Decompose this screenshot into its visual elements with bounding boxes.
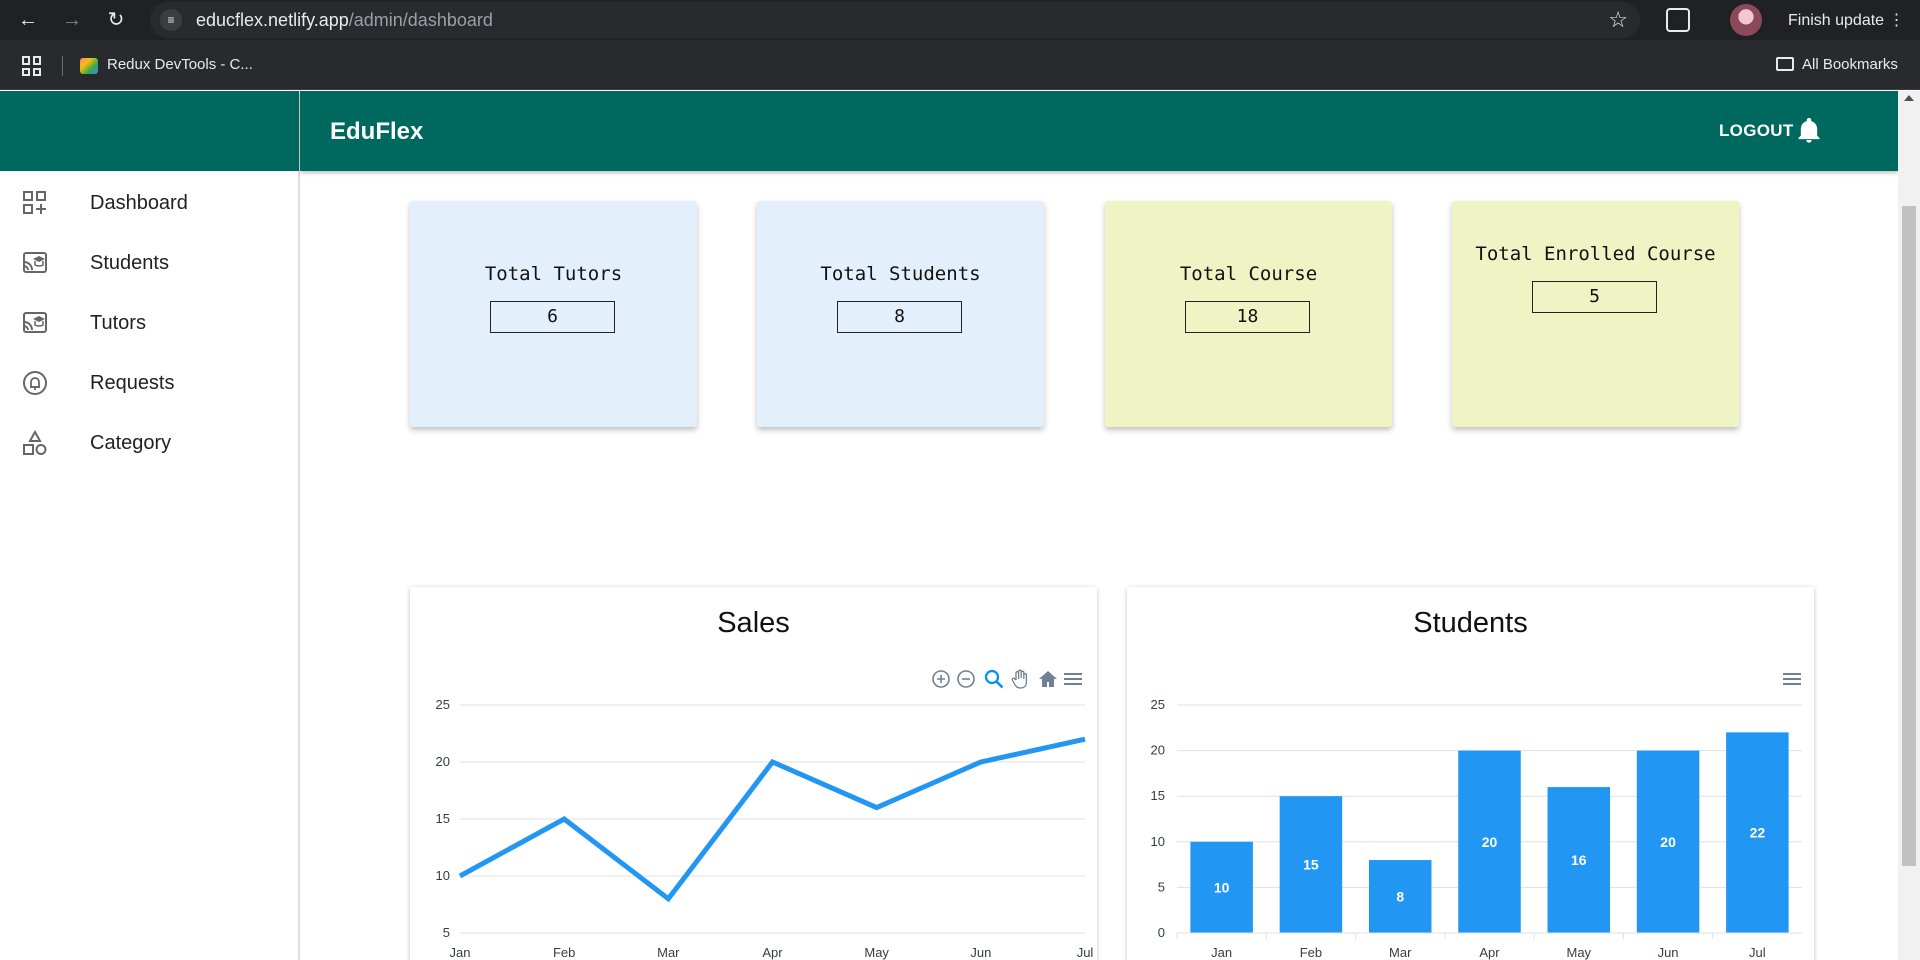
url-text[interactable]: educflex.netlify.app/admin/dashboard (196, 10, 493, 31)
brand-title[interactable]: EduFlex (330, 118, 423, 146)
bookmark-star-icon[interactable]: ☆ (1608, 7, 1628, 33)
back-arrow-icon[interactable]: ← (14, 6, 42, 34)
data-label: 16 (1571, 852, 1587, 868)
stat-value: 8 (837, 301, 962, 333)
x-tick-label: Mar (1389, 945, 1412, 960)
sidebar-item-requests[interactable]: Requests (0, 353, 299, 413)
stat-card-total-course: Total Course 18 (1105, 201, 1392, 427)
app-root: Dashboard Students Tutors Requests Categ… (0, 91, 1920, 960)
finish-update-label: Finish update (1788, 12, 1885, 29)
x-tick-label: Feb (553, 945, 575, 960)
profile-avatar[interactable] (1730, 4, 1762, 36)
data-label: 8 (1396, 889, 1404, 905)
stat-value: 6 (490, 301, 615, 333)
x-tick-label: Jun (1658, 945, 1679, 960)
y-tick-label: 10 (1151, 834, 1165, 849)
logout-button[interactable]: LOGOUT (1719, 121, 1794, 141)
cast-for-education-icon (23, 252, 47, 273)
category-shapes-icon (23, 430, 47, 455)
data-label: 20 (1660, 834, 1676, 850)
sidebar-item-dashboard[interactable]: Dashboard (0, 173, 299, 233)
sidebar-item-label: Requests (90, 372, 175, 394)
y-tick-label: 0 (1158, 925, 1165, 940)
y-tick-label: 20 (1151, 743, 1165, 758)
data-label: 22 (1750, 825, 1766, 841)
forward-arrow-icon[interactable]: → (58, 6, 86, 34)
sidebar-item-tutors[interactable]: Tutors (0, 293, 299, 353)
stat-value: 5 (1532, 281, 1657, 313)
url-path: /admin/dashboard (348, 10, 493, 30)
students-chart-panel: Students 0 5 10 15 20 25 10 Jan 15 Feb 8 Mar 20 Apr 16… (1127, 587, 1814, 960)
stat-value: 18 (1185, 301, 1310, 333)
reload-icon[interactable]: ↻ (102, 6, 130, 34)
x-tick-label: Apr (1479, 945, 1500, 960)
x-tick-label: Jul (1077, 945, 1094, 960)
sidebar: Dashboard Students Tutors Requests Categ… (0, 171, 299, 960)
stat-title: Total Course (1179, 263, 1318, 285)
site-info-icon[interactable]: ≡ (160, 9, 182, 31)
x-tick-label: May (864, 945, 889, 960)
sales-chart-panel: Sales 5 10 15 20 25 Jan Feb Mar Apr May Jun Jul (410, 587, 1097, 960)
stat-title: Total Enrolled Course (1475, 243, 1716, 265)
page-scrollbar[interactable] (1898, 91, 1920, 960)
sidebar-item-label: Students (90, 252, 169, 274)
bookmark-redux-devtools[interactable]: Redux DevTools - C... (107, 56, 253, 73)
x-tick-label: Feb (1300, 945, 1322, 960)
all-bookmarks-button[interactable]: All Bookmarks (1776, 56, 1898, 73)
y-tick-label: 25 (436, 697, 450, 712)
y-tick-label: 5 (443, 925, 450, 940)
x-tick-label: Jan (1211, 945, 1232, 960)
scroll-up-icon[interactable] (1904, 95, 1914, 101)
apps-grid-icon[interactable] (22, 56, 42, 76)
finish-update-button[interactable]: Finish update ⋮ (1788, 10, 1905, 30)
all-bookmarks-label: All Bookmarks (1802, 56, 1898, 73)
scrollbar-thumb[interactable] (1902, 206, 1916, 866)
data-label: 15 (1303, 857, 1319, 873)
notification-bell-icon[interactable] (1795, 117, 1823, 145)
stat-title: Total Students (820, 263, 981, 285)
sidebar-item-students[interactable]: Students (0, 233, 299, 293)
dashboard-add-icon (23, 191, 46, 214)
x-tick-label: May (1567, 945, 1592, 960)
address-bar[interactable]: ≡ educflex.netlify.app/admin/dashboard ☆ (150, 2, 1640, 38)
sidebar-header (0, 91, 299, 171)
app-bar: EduFlex LOGOUT (300, 91, 1898, 171)
y-tick-label: 20 (436, 754, 450, 769)
stat-title: Total Tutors (484, 263, 623, 285)
y-tick-label: 15 (1151, 788, 1165, 803)
sidebar-item-label: Dashboard (90, 192, 188, 214)
x-tick-label: Jan (450, 945, 471, 960)
x-tick-label: Jun (970, 945, 991, 960)
browser-toolbar: ← → ↻ ≡ educflex.netlify.app/admin/dashb… (0, 0, 1920, 40)
x-tick-label: Jul (1749, 945, 1766, 960)
sidebar-item-label: Tutors (90, 312, 146, 334)
cast-for-education-icon (23, 312, 47, 333)
stat-card-total-students: Total Students 8 (757, 201, 1044, 427)
stat-card-total-tutors: Total Tutors 6 (410, 201, 697, 427)
data-label: 10 (1214, 879, 1230, 895)
y-tick-label: 15 (436, 811, 450, 826)
y-tick-label: 25 (1151, 697, 1165, 712)
sidebar-item-label: Category (90, 432, 172, 454)
students-bar-chart: 0 5 10 15 20 25 10 Jan 15 Feb 8 Mar 20 Apr 16 May 20 Jun 2… (1151, 697, 1802, 960)
notification-bell-circle-icon (23, 371, 47, 395)
sidebar-divider (299, 91, 300, 960)
redux-devtools-favicon (80, 58, 98, 74)
bookmarks-bar: Redux DevTools - C... All Bookmarks (0, 40, 1920, 90)
x-tick-label: Mar (657, 945, 680, 960)
bookmark-separator (62, 56, 63, 76)
url-host: educflex.netlify.app (196, 10, 349, 30)
sales-line-chart: 5 10 15 20 25 Jan Feb Mar Apr May Jun Jul (436, 697, 1094, 960)
data-label: 20 (1482, 834, 1498, 850)
sidebar-item-category[interactable]: Category (0, 413, 299, 473)
stat-card-total-enrolled-course: Total Enrolled Course 5 (1452, 201, 1739, 427)
y-tick-label: 10 (436, 868, 450, 883)
y-tick-label: 5 (1158, 879, 1165, 894)
x-tick-label: Apr (762, 945, 783, 960)
folder-icon (1776, 57, 1794, 71)
extensions-icon[interactable] (1666, 8, 1690, 32)
